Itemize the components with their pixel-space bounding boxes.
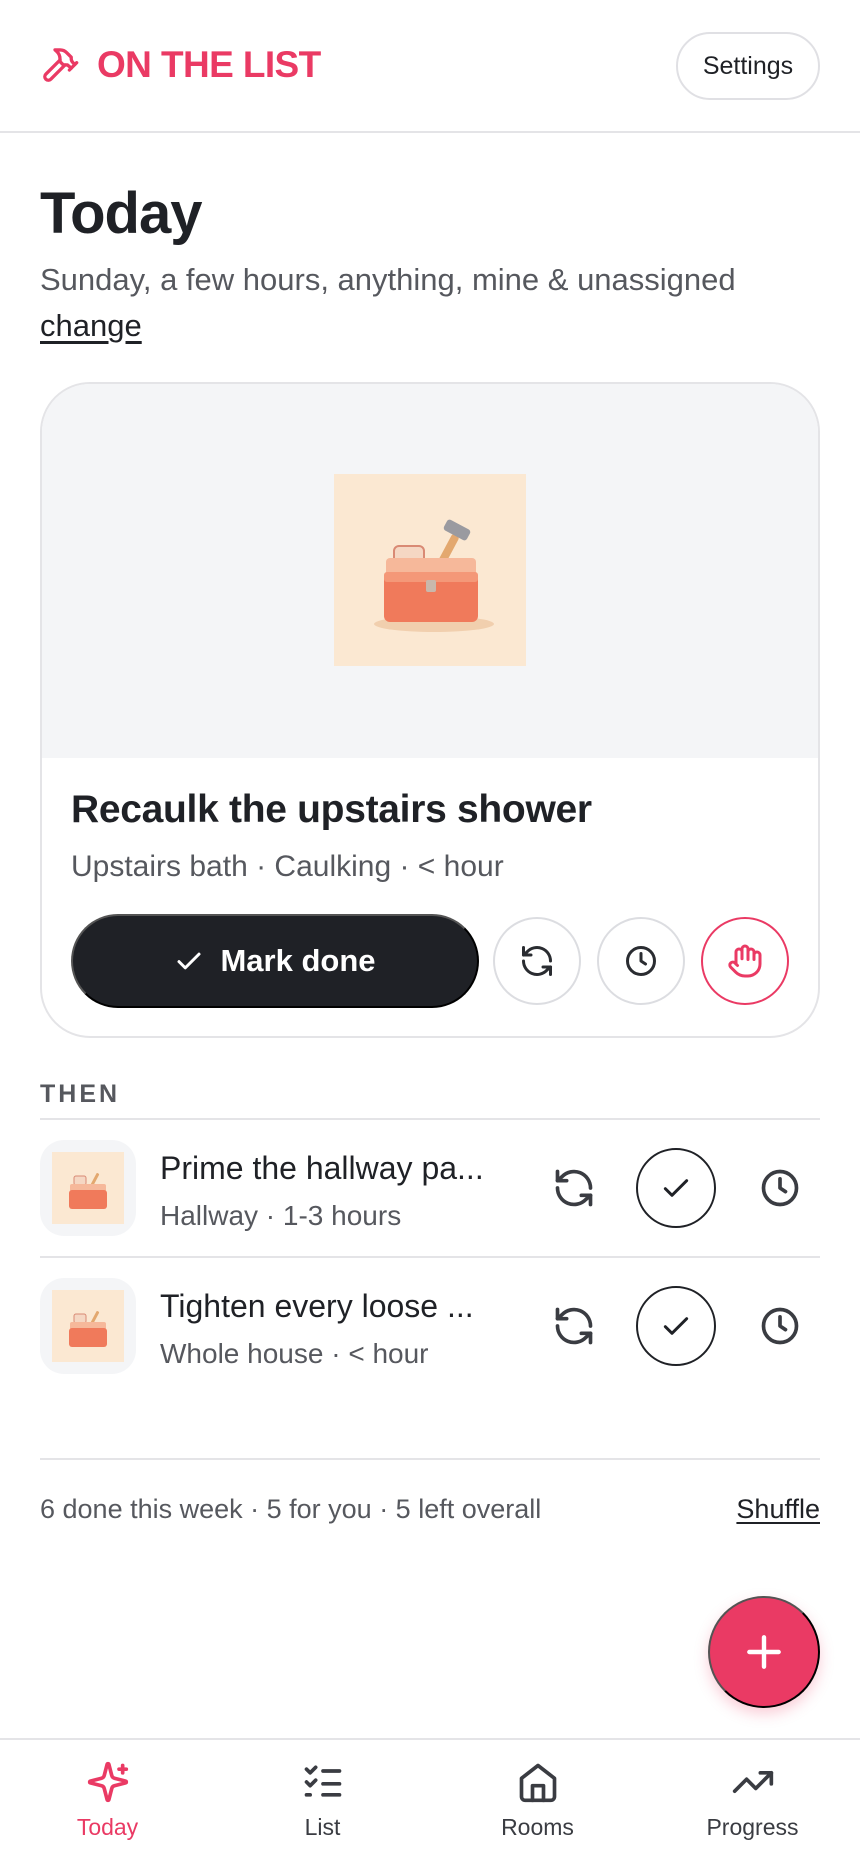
- toolbox-icon: [52, 1290, 124, 1362]
- settings-button[interactable]: Settings: [676, 32, 820, 100]
- task-title: Recaulk the upstairs shower: [71, 788, 592, 831]
- shuffle-link[interactable]: Shuffle: [736, 1494, 820, 1525]
- checklist-icon: [304, 1765, 341, 1797]
- hammer-icon: [43, 48, 79, 82]
- complete-button[interactable]: [636, 1148, 716, 1228]
- claim-task-button[interactable]: [701, 917, 789, 1005]
- task-thumbnail: [40, 1140, 136, 1236]
- snooze-button[interactable]: [597, 917, 685, 1005]
- sparkles-icon: [87, 1761, 128, 1803]
- hand-icon: [728, 944, 762, 978]
- check-icon: [663, 1179, 689, 1197]
- nav-item-today[interactable]: Today: [0, 1740, 215, 1860]
- refresh-icon[interactable]: [552, 1166, 596, 1210]
- complete-button[interactable]: [636, 1286, 716, 1366]
- list-item[interactable]: Tighten every loose ... Whole house · < …: [40, 1258, 820, 1394]
- page-title: Today: [40, 181, 202, 246]
- brand[interactable]: ON THE LIST: [40, 44, 321, 86]
- task-image-area: [42, 384, 818, 758]
- weekly-stats: 6 done this week · 5 for you · 5 left ov…: [40, 1494, 542, 1524]
- mark-done-label: Mark done: [220, 943, 376, 978]
- task-meta: Hallway · 1-3 hours: [160, 1200, 402, 1231]
- toolbox-icon: [52, 1152, 124, 1224]
- trending-up-icon: [732, 1771, 773, 1793]
- swap-task-button[interactable]: [493, 917, 581, 1005]
- task-thumbnail: [40, 1278, 136, 1374]
- nav-label: Rooms: [501, 1814, 574, 1840]
- nav-item-rooms[interactable]: Rooms: [430, 1740, 645, 1860]
- filter-summary: Sunday, a few hours, anything, mine & un…: [40, 262, 736, 297]
- plus-icon: [747, 1635, 781, 1669]
- task-title: Prime the hallway pa...: [160, 1150, 484, 1186]
- clock-icon[interactable]: [758, 1166, 802, 1210]
- task-meta: Upstairs bath · Caulking · < hour: [71, 850, 504, 883]
- bottom-nav: Today List Rooms Progress: [0, 1738, 860, 1860]
- task-meta: Whole house · < hour: [160, 1338, 429, 1369]
- divider: [40, 1458, 820, 1460]
- list-item[interactable]: Prime the hallway pa... Hallway · 1-3 ho…: [40, 1120, 820, 1256]
- check-icon: [663, 1317, 689, 1335]
- add-task-button[interactable]: [708, 1596, 820, 1708]
- featured-task-card: Recaulk the upstairs shower Upstairs bat…: [40, 382, 820, 1038]
- refresh-icon[interactable]: [552, 1304, 596, 1348]
- clock-icon: [626, 946, 656, 976]
- clock-icon[interactable]: [758, 1304, 802, 1348]
- nav-label: Today: [76, 1814, 139, 1840]
- nav-label: Progress: [706, 1814, 799, 1840]
- nav-label: List: [304, 1814, 341, 1840]
- refresh-icon: [522, 946, 552, 976]
- brand-name: ON THE LIST: [97, 44, 321, 85]
- nav-item-progress[interactable]: Progress: [645, 1740, 860, 1860]
- app-header: ON THE LIST Settings: [0, 0, 860, 133]
- section-label-then: THEN: [40, 1080, 121, 1108]
- toolbox-icon: [334, 474, 526, 666]
- change-filters-link[interactable]: change: [40, 308, 142, 344]
- task-title: Tighten every loose ...: [160, 1288, 474, 1324]
- nav-item-list[interactable]: List: [215, 1740, 430, 1860]
- check-icon: [177, 952, 201, 970]
- mark-done-button[interactable]: Mark done: [71, 914, 479, 1008]
- home-icon: [519, 1763, 556, 1803]
